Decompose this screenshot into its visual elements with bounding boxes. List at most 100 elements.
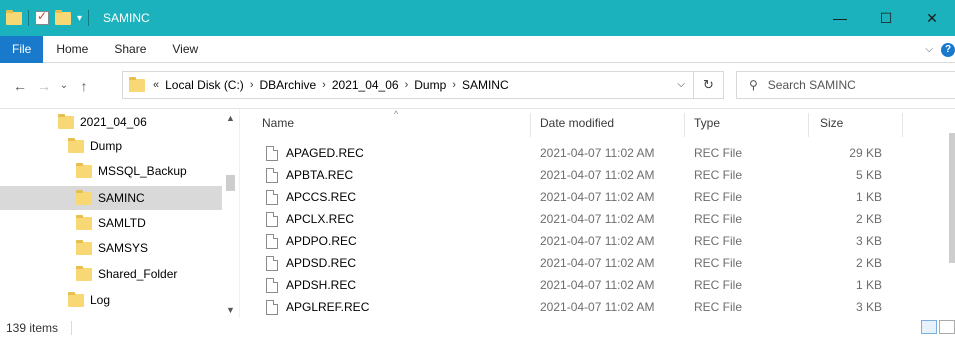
tab-share[interactable]: Share bbox=[101, 36, 159, 63]
scrollbar-thumb[interactable] bbox=[949, 133, 955, 263]
nav-item-dump[interactable]: Dump bbox=[68, 134, 122, 158]
file-name-cell: APCCS.REC bbox=[266, 186, 356, 208]
type-cell: REC File bbox=[694, 256, 743, 270]
column-header-date-modified[interactable]: Date modified bbox=[540, 109, 614, 137]
nav-item-samsys[interactable]: SAMSYS bbox=[76, 236, 148, 260]
nav-item-2021-04-06[interactable]: 2021_04_06 bbox=[58, 110, 147, 134]
properties-icon[interactable] bbox=[35, 9, 49, 25]
search-placeholder: Search SAMINC bbox=[767, 78, 856, 92]
quick-access-toolbar: ▾ bbox=[0, 0, 95, 36]
divider bbox=[88, 10, 90, 26]
nav-item-mssql-backup[interactable]: MSSQL_Backup bbox=[76, 159, 187, 183]
new-folder-icon[interactable] bbox=[55, 9, 71, 25]
details-view-icon[interactable] bbox=[921, 320, 937, 334]
minimize-button[interactable]: — bbox=[817, 0, 863, 36]
column-header-size[interactable]: Size bbox=[820, 109, 843, 137]
breadcrumb-separator-icon[interactable]: › bbox=[322, 79, 326, 91]
table-row[interactable]: APGLREF.REC 2021-04-07 11:02 AM REC File… bbox=[240, 296, 940, 318]
table-row[interactable]: APCCS.REC 2021-04-07 11:02 AM REC File 1… bbox=[240, 186, 940, 208]
column-header-name[interactable]: Name bbox=[262, 109, 294, 137]
table-row[interactable]: APAGED.REC 2021-04-07 11:02 AM REC File … bbox=[240, 142, 940, 164]
nav-item-saminc[interactable]: SAMINC bbox=[0, 186, 222, 210]
breadcrumb-separator-icon[interactable]: › bbox=[405, 79, 409, 91]
type-cell: REC File bbox=[694, 278, 743, 292]
search-input[interactable]: ⚲ Search SAMINC bbox=[736, 71, 955, 99]
nav-item-label: SAMINC bbox=[98, 191, 145, 205]
folder-icon bbox=[68, 291, 84, 307]
scroll-down-icon[interactable]: ▼ bbox=[222, 305, 239, 315]
folder-icon bbox=[76, 189, 92, 205]
nav-pane-scrollbar[interactable]: ▲ ▼ bbox=[222, 109, 239, 318]
address-dropdown-icon[interactable]: ⌵ bbox=[677, 79, 685, 90]
file-icon bbox=[266, 145, 278, 161]
ribbon-tabs: File Home Share View ⌵ ? bbox=[0, 35, 955, 63]
breadcrumb-2021-04-06[interactable]: 2021_04_06 bbox=[332, 78, 399, 92]
column-divider[interactable] bbox=[684, 113, 685, 137]
scroll-up-icon[interactable]: ▲ bbox=[222, 113, 239, 123]
breadcrumb-local-disk[interactable]: Local Disk (C:) bbox=[165, 78, 244, 92]
date-cell: 2021-04-07 11:02 AM bbox=[540, 300, 655, 314]
column-divider[interactable] bbox=[902, 113, 903, 137]
nav-item-samltd[interactable]: SAMLTD bbox=[76, 211, 146, 235]
close-button[interactable]: ✕ bbox=[909, 0, 955, 36]
column-header-type[interactable]: Type bbox=[694, 109, 720, 137]
size-cell: 1 KB bbox=[855, 278, 882, 292]
address-bar[interactable]: « Local Disk (C:) › DBArchive › 2021_04_… bbox=[122, 71, 694, 99]
file-icon bbox=[266, 255, 278, 271]
tab-home[interactable]: Home bbox=[43, 36, 101, 63]
file-name-cell: APBTA.REC bbox=[266, 164, 353, 186]
column-divider[interactable] bbox=[530, 113, 531, 137]
forward-arrow-icon[interactable]: → bbox=[32, 78, 56, 94]
folder-icon bbox=[58, 113, 74, 129]
size-cell: 5 KB bbox=[855, 168, 882, 182]
maximize-button[interactable]: ☐ bbox=[863, 0, 909, 36]
file-list: ^ Name Date modified Type Size APAGED.RE… bbox=[240, 109, 955, 318]
table-row[interactable]: APDSD.REC 2021-04-07 11:02 AM REC File 2… bbox=[240, 252, 940, 274]
expand-ribbon-icon[interactable]: ⌵ bbox=[925, 44, 933, 55]
navigation-bar: ← → ⌄ ↑ « Local Disk (C:) › DBArchive › … bbox=[0, 63, 955, 109]
folder-icon bbox=[129, 76, 145, 92]
date-cell: 2021-04-07 11:02 AM bbox=[540, 212, 655, 226]
type-cell: REC File bbox=[694, 212, 743, 226]
folder-icon[interactable] bbox=[6, 9, 22, 25]
up-arrow-icon[interactable]: ↑ bbox=[72, 78, 96, 94]
tab-file[interactable]: File bbox=[0, 35, 44, 63]
table-row[interactable]: APDSH.REC 2021-04-07 11:02 AM REC File 1… bbox=[240, 274, 940, 296]
file-name-cell: APDSH.REC bbox=[266, 274, 356, 296]
type-cell: REC File bbox=[694, 146, 743, 160]
table-row[interactable]: APBTA.REC 2021-04-07 11:02 AM REC File 5… bbox=[240, 164, 940, 186]
refresh-icon[interactable]: ↻ bbox=[694, 71, 724, 99]
large-icons-view-icon[interactable] bbox=[939, 320, 955, 334]
tab-view[interactable]: View bbox=[159, 36, 211, 63]
table-row[interactable]: APCLX.REC 2021-04-07 11:02 AM REC File 2… bbox=[240, 208, 940, 230]
size-cell: 3 KB bbox=[855, 234, 882, 248]
folder-icon bbox=[68, 137, 84, 153]
breadcrumb-separator-icon[interactable]: › bbox=[250, 79, 254, 91]
file-name-cell: APAGED.REC bbox=[266, 142, 364, 164]
scrollbar-thumb[interactable] bbox=[226, 175, 235, 191]
size-cell: 3 KB bbox=[855, 300, 882, 314]
folder-icon bbox=[76, 239, 92, 255]
customize-toolbar-icon[interactable]: ▾ bbox=[77, 13, 82, 24]
file-list-scrollbar[interactable] bbox=[947, 109, 955, 318]
breadcrumb-dump[interactable]: Dump bbox=[414, 78, 446, 92]
nav-item-shared-folder[interactable]: Shared_Folder bbox=[76, 262, 177, 286]
folder-icon bbox=[76, 162, 92, 178]
file-icon bbox=[266, 167, 278, 183]
help-icon[interactable]: ? bbox=[941, 42, 955, 57]
back-arrow-icon[interactable]: ← bbox=[8, 78, 32, 94]
column-divider[interactable] bbox=[808, 113, 809, 137]
folder-icon bbox=[76, 265, 92, 281]
breadcrumb-dbarchive[interactable]: DBArchive bbox=[259, 78, 316, 92]
type-cell: REC File bbox=[694, 234, 743, 248]
type-cell: REC File bbox=[694, 300, 743, 314]
overflow-chevron-icon[interactable]: « bbox=[153, 79, 159, 91]
breadcrumb-saminc[interactable]: SAMINC bbox=[462, 78, 509, 92]
table-row[interactable]: APDPO.REC 2021-04-07 11:02 AM REC File 3… bbox=[240, 230, 940, 252]
search-icon: ⚲ bbox=[749, 78, 758, 92]
nav-item-log[interactable]: Log bbox=[68, 288, 110, 312]
size-cell: 2 KB bbox=[855, 212, 882, 226]
breadcrumb-separator-icon[interactable]: › bbox=[452, 79, 456, 91]
recent-locations-icon[interactable]: ⌄ bbox=[56, 80, 72, 91]
file-icon bbox=[266, 211, 278, 227]
